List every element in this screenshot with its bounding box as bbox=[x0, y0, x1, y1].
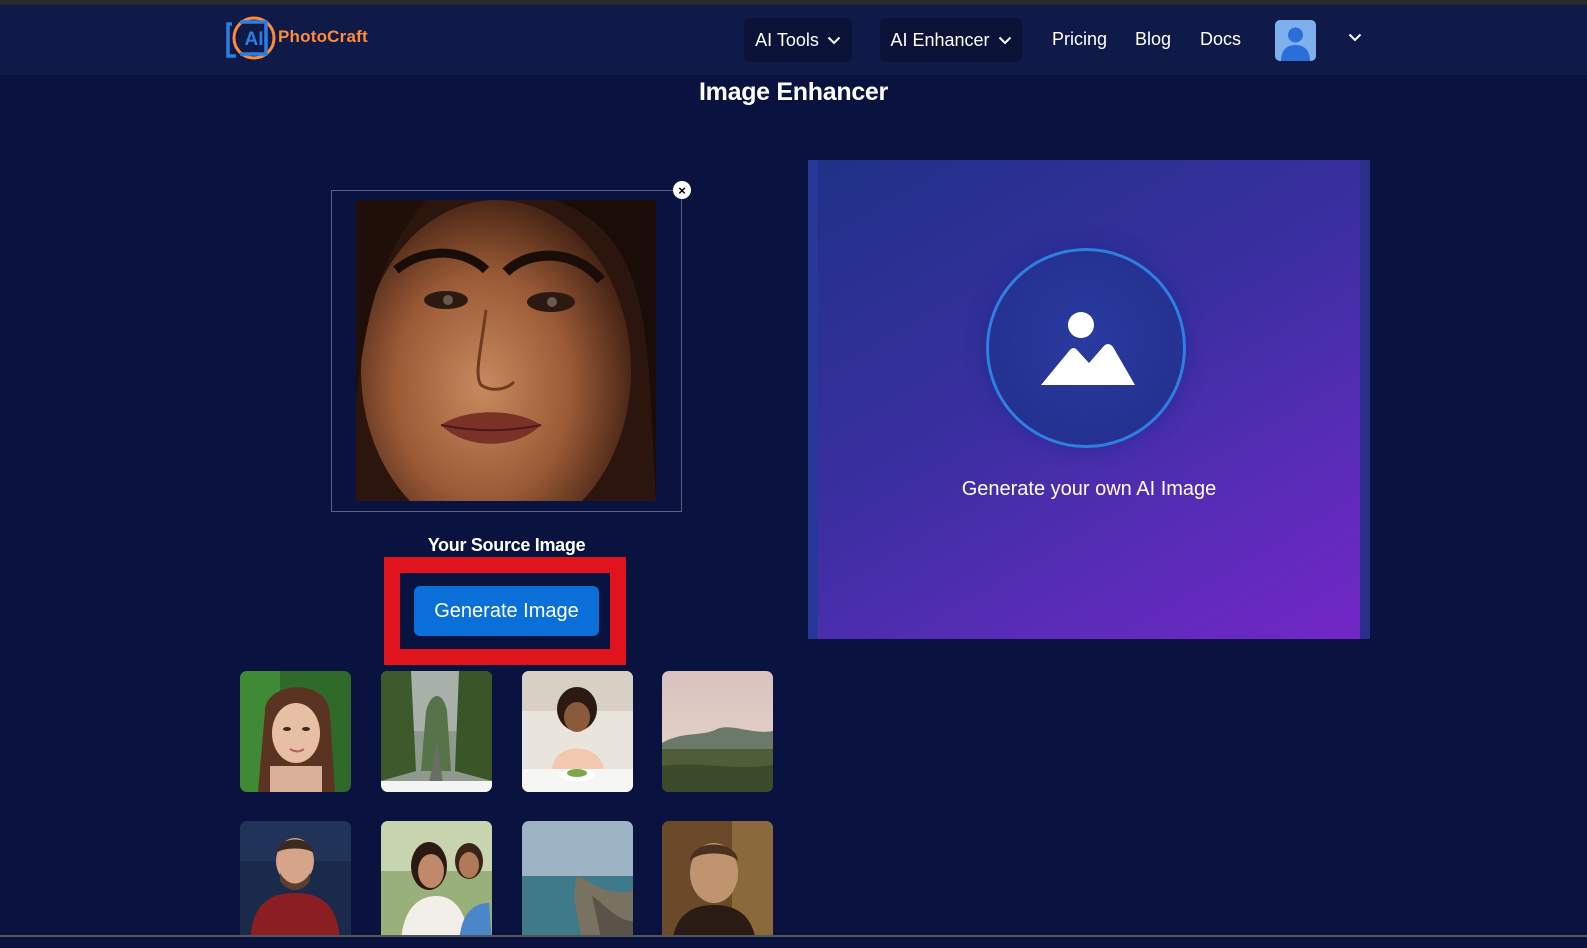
sample-thumb-man-smiling[interactable] bbox=[240, 821, 351, 942]
page-title: Image Enhancer bbox=[699, 78, 888, 106]
brand-name: PhotoCraft bbox=[278, 27, 368, 46]
nav-ai-tools-label: AI Tools bbox=[755, 29, 819, 50]
sample-thumb-forest-road[interactable] bbox=[381, 671, 492, 792]
close-icon: × bbox=[678, 182, 686, 198]
result-placeholder-circle bbox=[986, 248, 1186, 448]
source-image-label: Your Source Image bbox=[427, 535, 586, 555]
brand-logo[interactable]: AI PhotoCraft bbox=[226, 13, 368, 61]
user-avatar[interactable] bbox=[1275, 20, 1316, 61]
generate-image-button[interactable]: Generate Image bbox=[414, 586, 599, 636]
user-avatar-icon bbox=[1281, 27, 1310, 61]
image-placeholder-icon bbox=[1041, 312, 1135, 385]
remove-image-button[interactable]: × bbox=[673, 181, 691, 199]
sample-thumb-woman-portrait[interactable] bbox=[240, 671, 351, 792]
chevron-down-icon bbox=[998, 36, 1011, 44]
nav-docs-link[interactable]: Docs bbox=[1200, 29, 1241, 50]
sample-thumb-woman-kitchen[interactable] bbox=[522, 671, 633, 792]
nav-blog-link[interactable]: Blog bbox=[1135, 29, 1171, 50]
result-panel-right-edge bbox=[1360, 160, 1370, 639]
source-image bbox=[356, 200, 656, 501]
result-panel-left-edge bbox=[808, 160, 818, 639]
nav-ai-tools-dropdown[interactable]: AI Tools bbox=[744, 18, 852, 62]
sample-thumb-coastline[interactable] bbox=[522, 821, 633, 942]
account-menu-chevron-icon[interactable] bbox=[1348, 33, 1362, 42]
nav-pricing-link[interactable]: Pricing bbox=[1052, 29, 1107, 50]
sample-thumb-women-laughing[interactable] bbox=[381, 821, 492, 942]
result-caption: Generate your own AI Image bbox=[961, 478, 1217, 500]
nav-ai-enhancer-label: AI Enhancer bbox=[890, 29, 990, 50]
logo-mark-icon: AI bbox=[226, 14, 276, 60]
chevron-down-icon bbox=[827, 36, 841, 44]
window-bottom-border bbox=[0, 935, 1587, 948]
nav-ai-enhancer-dropdown[interactable]: AI Enhancer bbox=[880, 18, 1022, 62]
sample-thumb-man-portrait[interactable] bbox=[662, 821, 773, 942]
sample-thumb-landscape-sunset[interactable] bbox=[662, 671, 773, 792]
top-navbar: AI PhotoCraft AI Tools AI Enhancer Prici… bbox=[0, 5, 1587, 75]
logo-badge-text: AI bbox=[245, 29, 264, 50]
